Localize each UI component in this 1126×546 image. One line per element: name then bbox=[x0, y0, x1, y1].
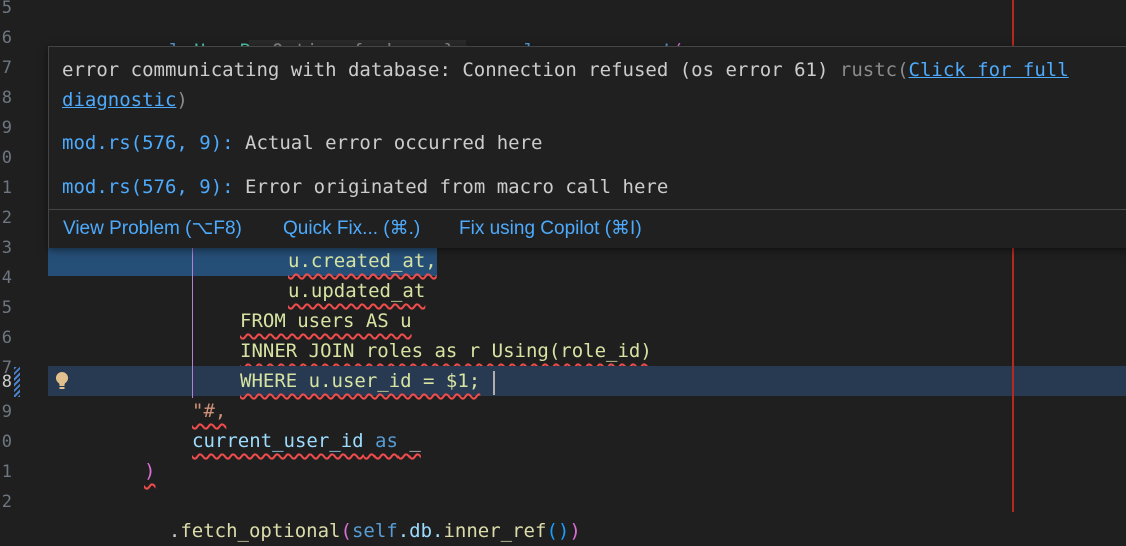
line-number: 0 bbox=[1, 148, 12, 168]
line-number: 3 bbox=[1, 238, 12, 258]
field-db: .db. bbox=[397, 520, 444, 542]
close-paren: ) bbox=[176, 89, 188, 111]
code-line-arg[interactable]: current_user_id as _ bbox=[48, 426, 1126, 456]
line-number-gutter: 5 6 7 8 9 0 1 2 3 4 5 6 7 8 9 0 1 2 bbox=[0, 0, 40, 512]
line-number: 6 bbox=[1, 328, 12, 348]
error-source: rustc( bbox=[839, 59, 909, 81]
related-location-link[interactable]: mod.rs(576, 9): bbox=[62, 176, 234, 198]
infer-underscore: _ bbox=[409, 430, 421, 452]
line-number: 1 bbox=[1, 178, 12, 198]
paren: ) bbox=[569, 520, 581, 542]
related-text: Actual error occurred here bbox=[245, 132, 543, 154]
line-number: 6 bbox=[1, 28, 12, 48]
line-number: 1 bbox=[1, 462, 12, 482]
code-line-raw-string-end[interactable]: "#, bbox=[48, 396, 1126, 426]
hover-actions-bar: View Problem (⌥F8) Quick Fix... (⌘.) Fix… bbox=[49, 209, 1126, 248]
diagnostic-hover-widget[interactable]: error communicating with database: Conne… bbox=[48, 46, 1126, 248]
raw-string-terminator: "#, bbox=[192, 400, 227, 422]
close-paren: ) bbox=[144, 460, 156, 482]
line-number: 2 bbox=[1, 492, 12, 512]
sql-text-from: FROM users AS u bbox=[240, 310, 412, 332]
keyword-as: as bbox=[375, 430, 398, 452]
line-number: 5 bbox=[1, 298, 12, 318]
line-number: 9 bbox=[1, 118, 12, 138]
line-number: 7 bbox=[1, 58, 12, 78]
lightbulb-icon[interactable] bbox=[48, 367, 76, 395]
code-line-created-at[interactable]: u.created_at, bbox=[48, 246, 446, 276]
code-line-let-row[interactable]: let row: Option<{unknown}> = sqlx::query… bbox=[146, 6, 1126, 62]
text-cursor bbox=[493, 371, 495, 395]
fn-inner-ref: inner_ref bbox=[443, 520, 547, 542]
error-message: error communicating with database: Conne… bbox=[62, 59, 829, 81]
line-number: 4 bbox=[1, 268, 12, 288]
fix-with-copilot-button[interactable]: Fix using Copilot (⌘I) bbox=[459, 217, 642, 240]
line-number: 9 bbox=[1, 402, 12, 422]
related-info-2[interactable]: mod.rs(576, 9): Error originated from ma… bbox=[62, 172, 668, 202]
sql-text-where: WHERE u.user_id = $1; bbox=[240, 370, 481, 392]
code-line-close-paren[interactable]: ) bbox=[48, 456, 1126, 486]
scm-change-indicator[interactable] bbox=[14, 367, 20, 397]
sql-text-updated-at: u.updated_at bbox=[288, 280, 426, 302]
related-info-1[interactable]: mod.rs(576, 9): Actual error occurred he… bbox=[62, 128, 542, 158]
quick-fix-button[interactable]: Quick Fix... (⌘.) bbox=[283, 217, 420, 240]
full-diagnostic-link[interactable]: Click for full bbox=[909, 59, 1069, 81]
related-text: Error originated from macro call here bbox=[245, 176, 669, 198]
line-number: 8 bbox=[1, 88, 12, 108]
view-problem-button[interactable]: View Problem (⌥F8) bbox=[63, 217, 242, 240]
indent-guide bbox=[192, 246, 193, 398]
error-message-line-2: diagnostic) bbox=[62, 85, 188, 115]
line-number-active: 8 bbox=[1, 372, 12, 392]
keyword-self: self bbox=[351, 520, 398, 542]
code-line-join[interactable]: INNER JOIN roles as r Using(role_id) bbox=[48, 336, 1126, 366]
dot: . bbox=[168, 520, 181, 542]
full-diagnostic-link-cont[interactable]: diagnostic bbox=[62, 89, 176, 111]
paren: ( bbox=[340, 520, 352, 542]
related-location-link[interactable]: mod.rs(576, 9): bbox=[62, 132, 234, 154]
sql-text-join: INNER JOIN roles as r Using(role_id) bbox=[240, 340, 652, 362]
paren: () bbox=[546, 520, 570, 542]
var-current-user-id: current_user_id bbox=[192, 430, 364, 452]
code-line-updated-at[interactable]: u.updated_at bbox=[48, 276, 1126, 306]
fn-fetch-optional: fetch_optional bbox=[180, 520, 341, 542]
code-line-from[interactable]: FROM users AS u bbox=[48, 306, 1126, 336]
selected-text-created-at: u.created_at, bbox=[48, 246, 437, 276]
error-message-line: error communicating with database: Conne… bbox=[62, 55, 1069, 85]
code-line-where-current[interactable]: WHERE u.user_id = $1; bbox=[48, 366, 1126, 396]
line-number: 0 bbox=[1, 432, 12, 452]
line-number: 5 bbox=[1, 0, 12, 18]
line-number: 2 bbox=[1, 208, 12, 228]
